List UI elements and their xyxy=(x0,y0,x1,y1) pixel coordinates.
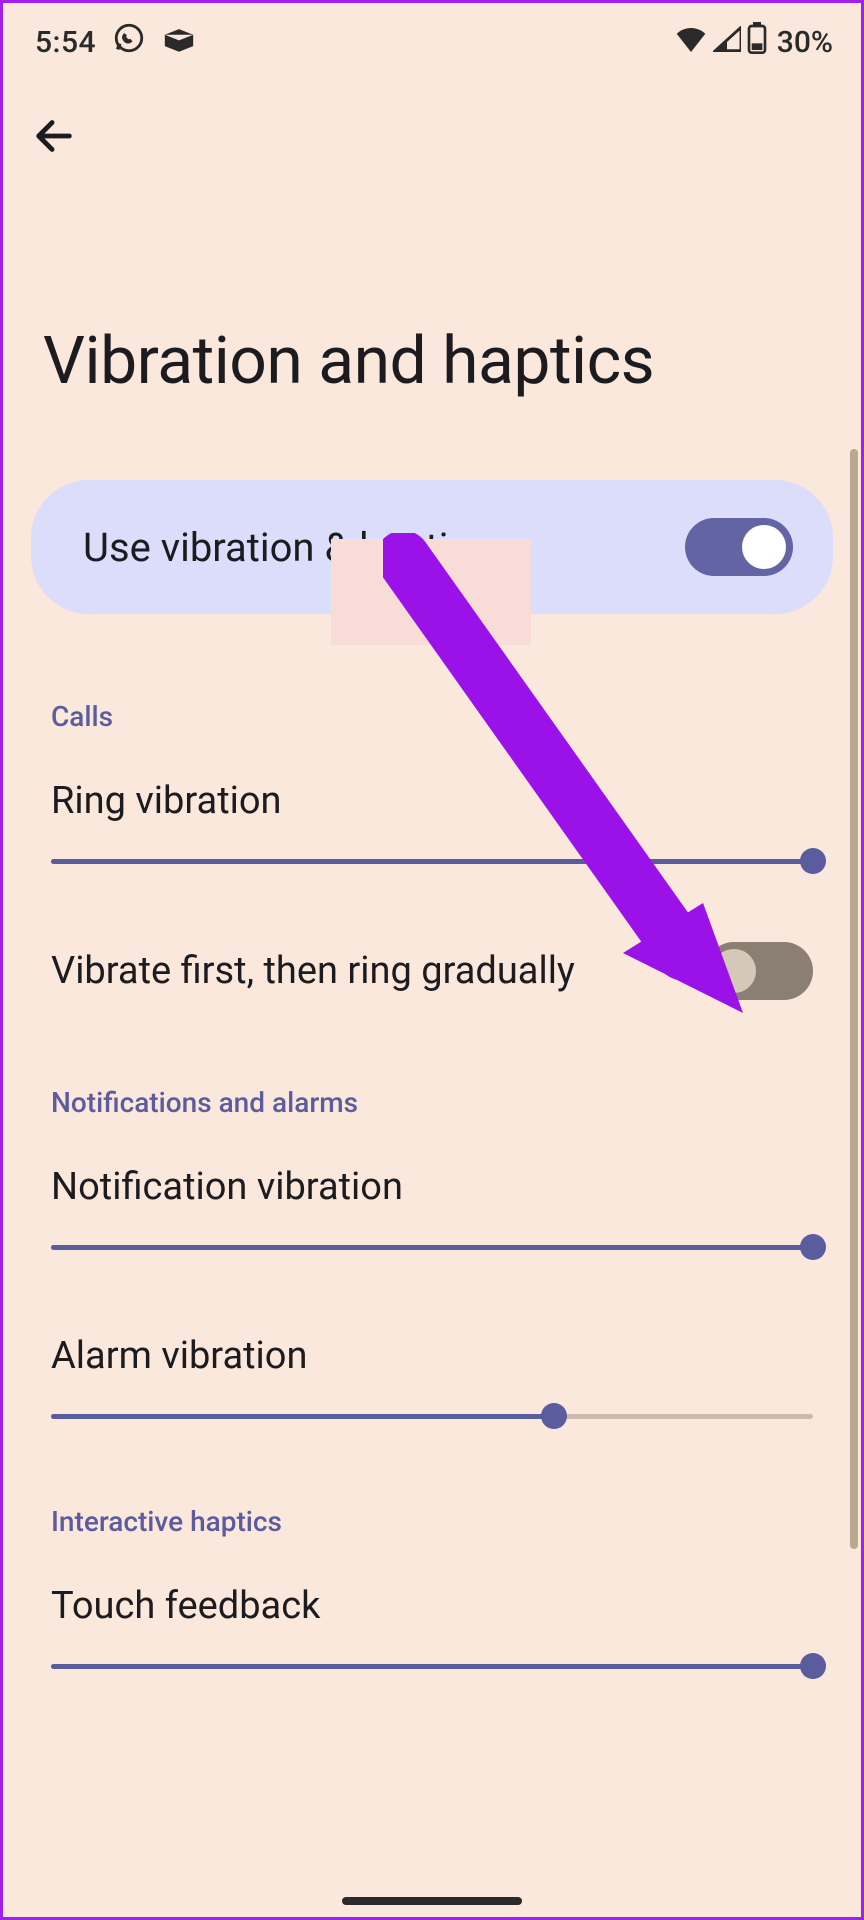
nav-handle[interactable] xyxy=(342,1897,522,1905)
notification-vibration-slider[interactable] xyxy=(51,1245,813,1250)
vibrate-first-label: Vibrate first, then ring gradually xyxy=(51,949,685,993)
signal-icon xyxy=(713,25,741,60)
battery-percent: 30% xyxy=(777,25,833,60)
notification-vibration-label: Notification vibration xyxy=(51,1165,813,1209)
interactive-section: Interactive haptics Touch feedback xyxy=(3,1505,861,1669)
alarm-vibration-slider[interactable] xyxy=(51,1414,813,1419)
notifications-header: Notifications and alarms xyxy=(51,1086,813,1119)
battery-icon xyxy=(747,22,767,62)
status-left: 5:54 xyxy=(35,21,196,63)
status-right: 30% xyxy=(675,22,833,62)
vibrate-first-switch[interactable] xyxy=(705,942,813,1000)
vibrate-first-row[interactable]: Vibrate first, then ring gradually xyxy=(51,942,813,1000)
whatsapp-icon xyxy=(112,21,146,63)
redaction-overlay xyxy=(331,539,531,645)
touch-feedback-slider[interactable] xyxy=(51,1664,813,1669)
ring-vibration-slider[interactable] xyxy=(51,859,813,864)
use-vibration-switch[interactable] xyxy=(685,518,793,576)
status-time: 5:54 xyxy=(35,25,96,60)
calls-header: Calls xyxy=(51,700,813,733)
back-button[interactable] xyxy=(31,144,77,163)
notifications-section: Notifications and alarms Notification vi… xyxy=(3,1086,861,1419)
page-title: Vibration and haptics xyxy=(3,163,861,480)
package-icon xyxy=(162,25,196,60)
interactive-header: Interactive haptics xyxy=(51,1505,813,1538)
touch-feedback-label: Touch feedback xyxy=(51,1584,813,1628)
wifi-icon xyxy=(675,25,707,60)
ring-vibration-label: Ring vibration xyxy=(51,779,813,823)
status-bar: 5:54 30% xyxy=(3,3,861,73)
alarm-vibration-label: Alarm vibration xyxy=(51,1334,813,1378)
calls-section: Calls Ring vibration Vibrate first, then… xyxy=(3,700,861,1000)
scroll-indicator xyxy=(850,449,858,1549)
